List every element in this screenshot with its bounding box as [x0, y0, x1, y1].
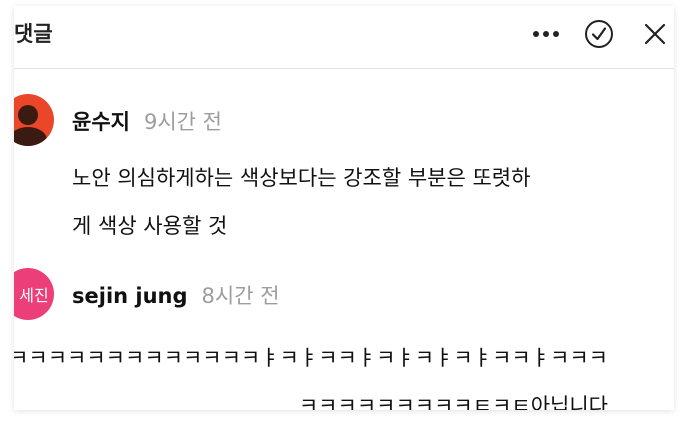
avatar[interactable]: 세진 [14, 268, 54, 320]
panel-title: 댓글 [14, 22, 53, 46]
more-horizontal-icon [533, 31, 559, 37]
close-button[interactable] [639, 18, 671, 50]
comment-text-line: 노안 의심하게하는 색상보다는 강조할 부분은 또렷하 [72, 166, 531, 190]
more-options-button[interactable] [530, 18, 562, 50]
comment-text-line: 게 색상 사용할 것 [72, 214, 228, 238]
panel-header: 댓글 [14, 6, 674, 69]
resolve-button[interactable] [583, 18, 615, 50]
comment-text-line: ..ㅋㅋㅋㅋㅋㅋㅋㅋㅋㅌㅋㅌ아닙니다 [285, 394, 608, 410]
comment-time: 9시간 전 [143, 110, 222, 134]
comment-author[interactable]: 윤수지 [72, 110, 130, 134]
avatar[interactable] [14, 94, 54, 146]
close-icon [644, 23, 666, 45]
comment-text-line: ㅋㅋㅋㅋㅋㅋㅋㅋㅋㅋㅋㅋㅋㅑㅋㅑㅋㅋㅑㅋㅑㅋㅑㅋㅑㅋㅋㅑㅋㅋㅋ [14, 346, 608, 370]
avatar-head [18, 105, 38, 125]
avatar-shoulders [14, 127, 47, 146]
comment-meta: sejin jung 8시간 전 [72, 280, 280, 310]
comments-panel: 댓글 윤수지 9시간 전 노안 의심하게하는 색상보다는 강조할 부분은 또렷하… [14, 6, 674, 410]
comment-author[interactable]: sejin jung [72, 284, 188, 308]
comment-time: 8시간 전 [201, 284, 280, 308]
check-circle-icon [585, 20, 613, 48]
comment-meta: 윤수지 9시간 전 [72, 106, 222, 136]
